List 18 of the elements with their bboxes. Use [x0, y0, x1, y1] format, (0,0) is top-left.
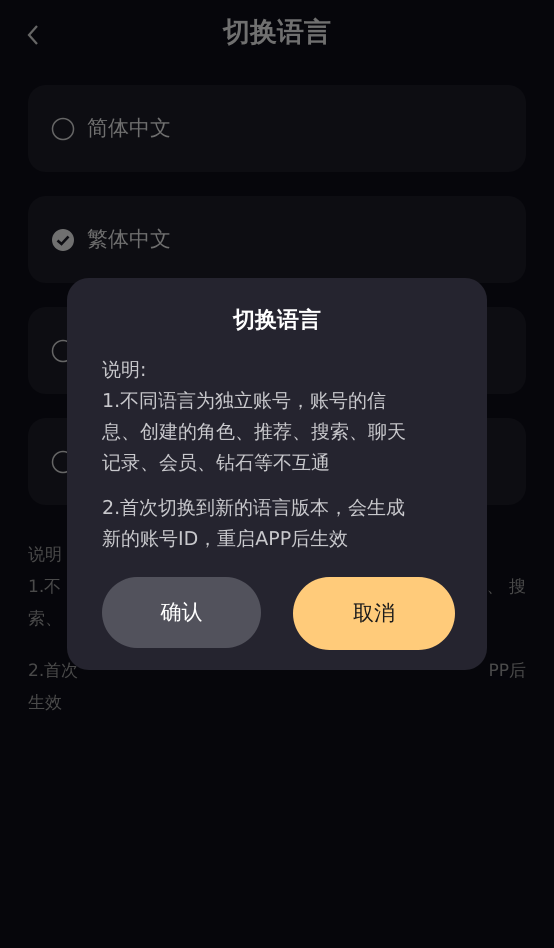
dialog-text: 2.首次切换到新的语言版本，会生成新的账号ID，重启APP后生效 [102, 496, 406, 552]
note-text: 索、 [28, 608, 62, 631]
note-text: 、 搜 [486, 576, 526, 599]
cancel-button[interactable]: 取消 [293, 577, 455, 650]
note-text: 1.不 [28, 576, 62, 599]
option-label: 繁体中文 [87, 226, 171, 253]
option-label: 简体中文 [87, 114, 171, 142]
note-text: PP后 [488, 660, 526, 683]
dialog-text: 说明: 1.不同语言为独立账号，账号的信息、创建的角色、推荐、搜索、聊天记录、会员、钻石等不互通 [102, 358, 407, 476]
page-title: 切换语言 [223, 16, 331, 50]
note-text: 说明 [28, 544, 62, 567]
language-option[interactable]: 繁体中文 [28, 196, 526, 283]
note-text: 2.首次 [28, 660, 78, 683]
language-option[interactable]: 简体中文 [28, 85, 526, 172]
confirm-button[interactable]: 确认 [102, 577, 261, 648]
note-text: 生效 [28, 692, 62, 715]
dialog-title: 切换语言 [233, 306, 321, 335]
back-icon[interactable] [26, 24, 40, 46]
